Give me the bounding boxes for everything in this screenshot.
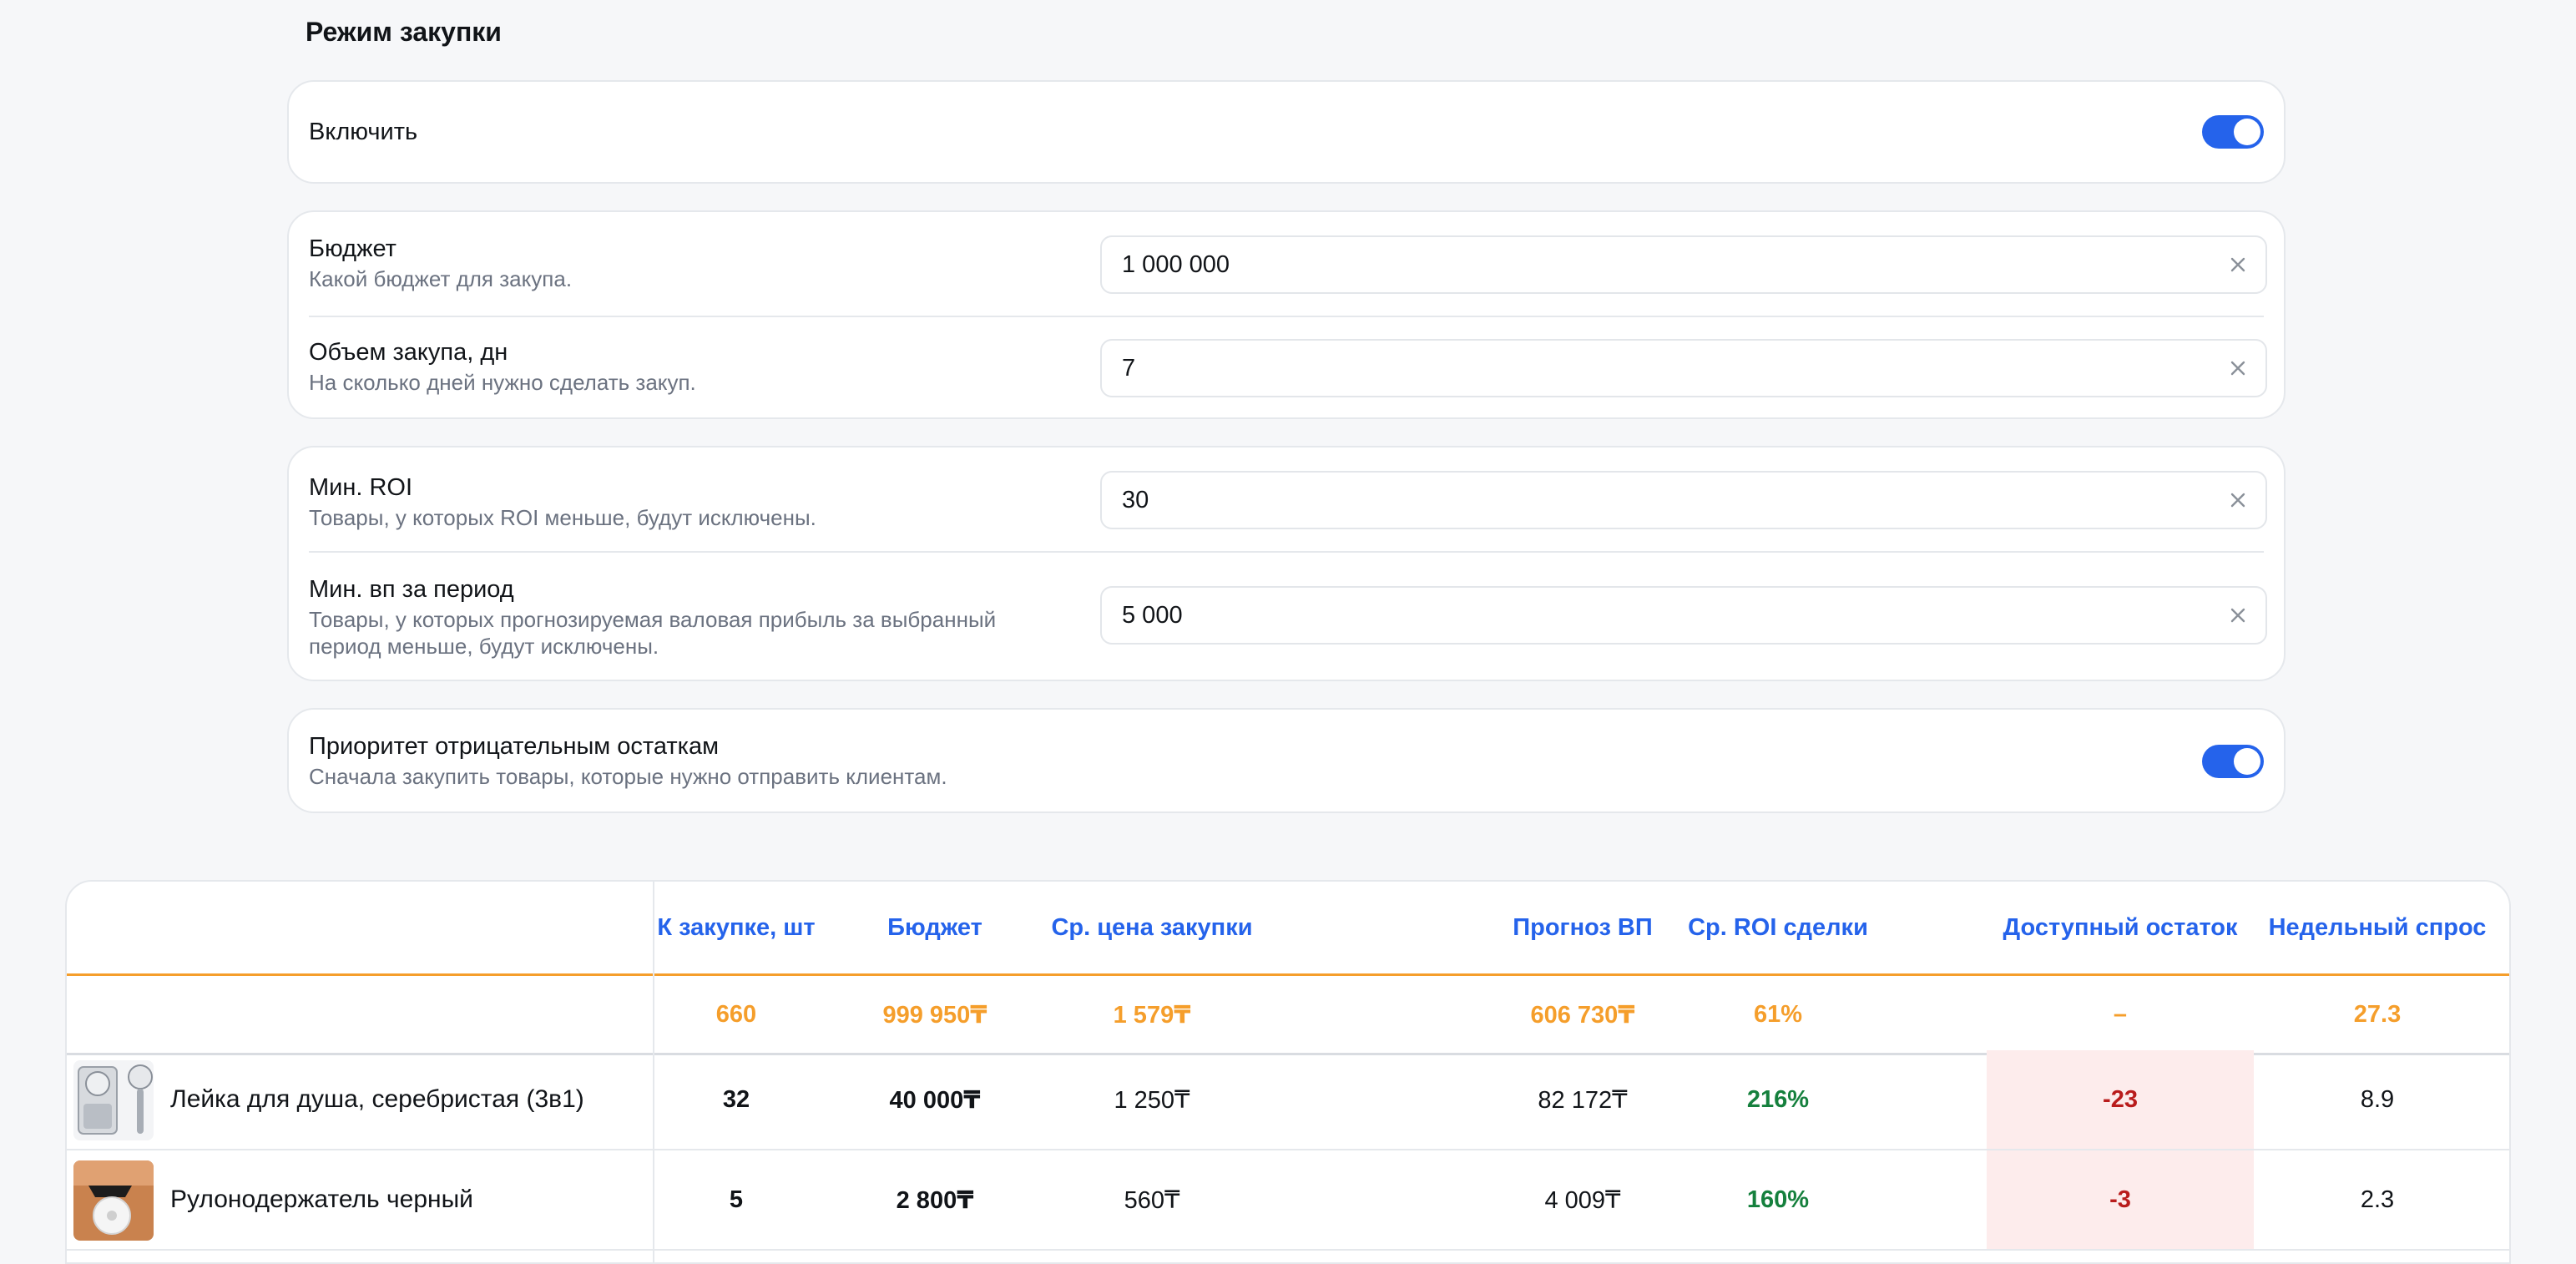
product-name[interactable]: Рулонодержатель черный [170,1150,473,1249]
avg-roi-cell: 160% [1746,1186,1810,1213]
product-thumbnail [73,1060,154,1140]
column-divider [653,882,654,1262]
avg-price-cell: 560₸ [1124,1186,1180,1214]
enable-label-group: Включить [309,117,417,147]
stock-cell: -3 [2109,1186,2131,1213]
volume-label-group: Объем закупа, дн На сколько дней нужно с… [309,337,696,396]
avg-roi-cell: 216% [1746,1085,1810,1113]
weekly-demand-cell: 8.9 [2360,1085,2395,1113]
col-qty-header[interactable]: К закупке, шт [653,882,820,973]
summary-row: 660 999 950₸ 1 579₸ 606 730₸ 61% – 27.3 [67,973,2509,1055]
min-gp-title: Мин. вп за период [309,576,514,603]
clear-icon[interactable] [2225,356,2250,381]
col-budget-header[interactable]: Бюджет [851,882,1018,973]
priority-toggle[interactable] [2202,745,2264,778]
min-gp-desc-line-1: Товары, у которых прогнозируемая валовая… [309,607,997,632]
min-gp-desc-line-2: период меньше, будут исключены. [309,634,659,659]
min-roi-desc: Товары, у которых ROI меньше, будут искл… [309,505,816,530]
min-roi-input[interactable] [1122,473,2207,528]
volume-input[interactable] [1122,341,2207,396]
clear-icon[interactable] [2225,252,2250,277]
budget-cell: 40 000₸ [889,1086,981,1114]
budget-cell: 2 800₸ [896,1186,974,1214]
avg-price-cell: 1 250₸ [1114,1086,1190,1114]
qty-cell: 5 [729,1186,744,1213]
table-header: К закупке, шт Бюджет Ср. цена закупки Пр… [67,882,2509,973]
divider [309,316,2264,317]
min-roi-field [1100,471,2267,529]
budget-input[interactable] [1122,237,2207,292]
summary-weekly-demand: 27.3 [2353,1000,2402,1028]
priority-desc: Сначала закупить товары, которые нужно о… [309,764,947,789]
col-avg-roi-header[interactable]: Ср. ROI сделки [1653,882,1903,973]
clear-icon[interactable] [2225,603,2250,628]
stock-cell: -23 [2103,1085,2138,1113]
min-roi-title: Мин. ROI [309,474,413,501]
col-stock-header[interactable]: Доступный остаток [1987,882,2254,973]
col-weekly-demand-header[interactable]: Недельный спрос [2254,882,2501,973]
volume-desc: На сколько дней нужно сделать закуп. [309,370,696,395]
divider [309,551,2264,553]
summary-budget: 999 950₸ [882,1001,987,1029]
enable-toggle[interactable] [2202,115,2264,149]
priority-title: Приоритет отрицательным остаткам [309,733,720,760]
toggle-knob [2234,748,2260,775]
min-gp-field [1100,586,2267,645]
qty-cell: 32 [722,1085,750,1113]
summary-avg-roi: 61% [1753,1000,1803,1028]
summary-qty: 660 [715,1000,757,1028]
budget-label-group: Бюджет Какой бюджет для закупа. [309,234,572,292]
roll-holder-image [73,1160,154,1241]
enable-card: Включить [287,80,2286,184]
toggle-knob [2234,119,2260,145]
volume-title: Объем закупа, дн [309,339,508,366]
budget-field [1100,235,2267,294]
table-row[interactable]: Рулонодержатель черный 5 2 800₸ 560₸ 4 0… [67,1150,2509,1251]
weekly-demand-cell: 2.3 [2360,1186,2395,1213]
purchase-table: К закупке, шт Бюджет Ср. цена закупки Пр… [65,880,2511,1264]
col-avg-price-header[interactable]: Ср. цена закупки [1027,882,1277,973]
min-gp-input[interactable] [1122,588,2207,643]
thresholds-card: Мин. ROI Товары, у которых ROI меньше, б… [287,446,2286,681]
priority-label-group: Приоритет отрицательным остаткам Сначала… [309,731,947,790]
enable-label: Включить [309,119,418,145]
page-title: Режим закупки [306,17,502,47]
min-roi-label-group: Мин. ROI Товары, у которых ROI меньше, б… [309,473,816,531]
product-name[interactable]: Лейка для душа, серебристая (3в1) [170,1050,584,1149]
shower-head-image [73,1060,154,1140]
summary-stock: – [2113,1000,2128,1028]
product-thumbnail [73,1160,154,1241]
budget-title: Бюджет [309,235,397,262]
budget-desc: Какой бюджет для закупа. [309,266,573,291]
budget-card: Бюджет Какой бюджет для закупа. Объем за… [287,210,2286,419]
table-row[interactable]: Лейка для душа, серебристая (3в1) 32 40 … [67,1050,2509,1150]
min-gp-label-group: Мин. вп за период Товары, у которых прог… [309,574,996,660]
summary-avg-price: 1 579₸ [1113,1001,1191,1029]
priority-card: Приоритет отрицательным остаткам Сначала… [287,708,2286,813]
volume-field [1100,339,2267,397]
clear-icon[interactable] [2225,488,2250,513]
